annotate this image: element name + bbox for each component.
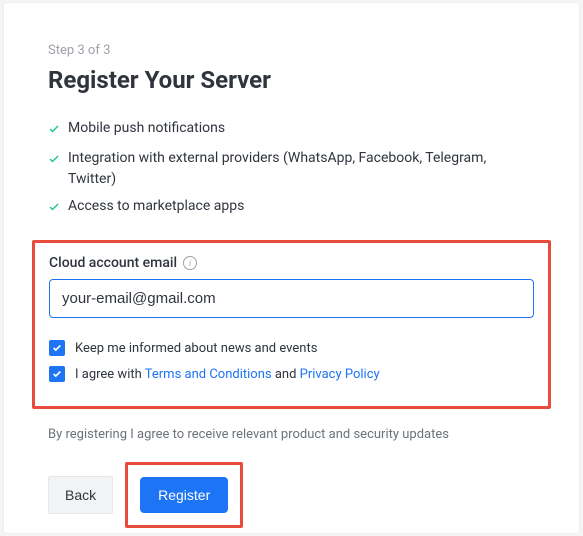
feature-text: Mobile push notifications xyxy=(68,118,225,139)
info-icon[interactable]: i xyxy=(183,256,197,270)
privacy-link[interactable]: Privacy Policy xyxy=(300,367,380,382)
disclaimer-text: By registering I agree to receive releva… xyxy=(48,427,535,442)
register-highlight: Register xyxy=(125,462,243,528)
email-field[interactable] xyxy=(49,279,534,318)
register-button[interactable]: Register xyxy=(140,477,228,513)
back-button[interactable]: Back xyxy=(48,476,113,514)
feature-list: Mobile push notifications Integration wi… xyxy=(48,118,535,220)
feature-item: Integration with external providers (Wha… xyxy=(48,148,535,190)
news-checkbox[interactable] xyxy=(49,340,65,356)
feature-item: Access to marketplace apps xyxy=(48,196,535,220)
email-label: Cloud account email xyxy=(49,255,177,271)
check-icon xyxy=(48,199,60,220)
email-label-row: Cloud account email i xyxy=(49,255,534,271)
news-checkbox-row: Keep me informed about news and events xyxy=(49,340,534,356)
feature-text: Integration with external providers (Wha… xyxy=(68,148,535,190)
page-title: Register Your Server xyxy=(48,66,535,94)
button-row: Back Register xyxy=(48,462,535,528)
feature-text: Access to marketplace apps xyxy=(68,196,244,217)
agree-checkbox[interactable] xyxy=(49,366,65,382)
check-icon xyxy=(48,151,60,172)
step-indicator: Step 3 of 3 xyxy=(48,43,535,58)
register-card: Step 3 of 3 Register Your Server Mobile … xyxy=(4,3,579,533)
email-section-highlight: Cloud account email i Keep me informed a… xyxy=(32,240,551,409)
feature-item: Mobile push notifications xyxy=(48,118,535,142)
check-icon xyxy=(48,121,60,142)
news-label: Keep me informed about news and events xyxy=(75,341,317,356)
agree-label: I agree with Terms and Conditions and Pr… xyxy=(75,367,380,382)
agree-checkbox-row: I agree with Terms and Conditions and Pr… xyxy=(49,366,534,382)
terms-link[interactable]: Terms and Conditions xyxy=(145,367,272,382)
